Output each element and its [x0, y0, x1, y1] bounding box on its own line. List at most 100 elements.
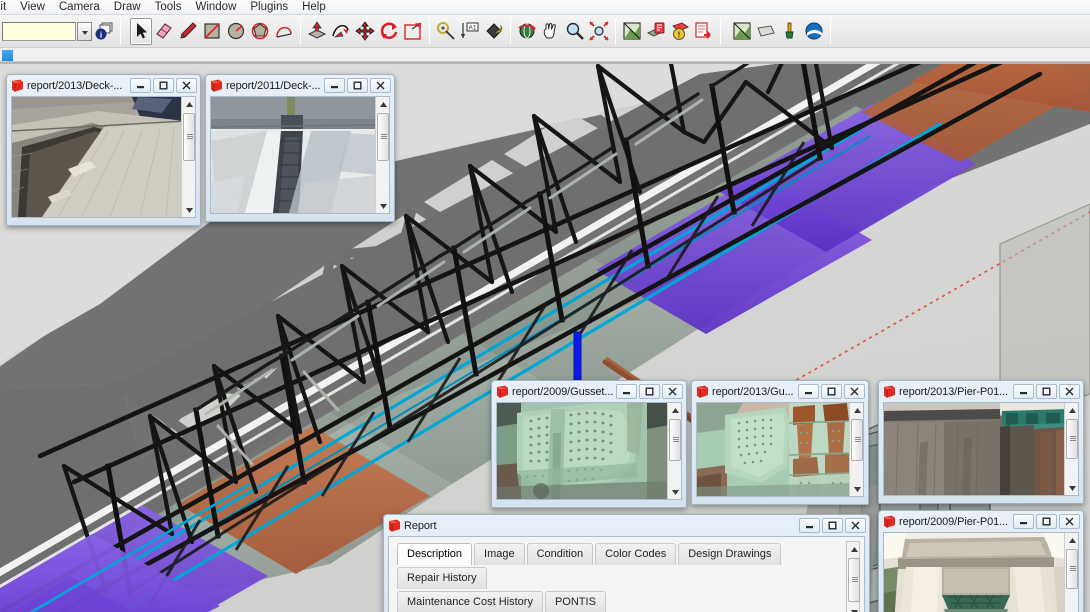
- shadow-light-icon[interactable]: [778, 18, 802, 45]
- pan-hand-icon[interactable]: [539, 18, 563, 45]
- maximize-button[interactable]: [1036, 514, 1057, 529]
- scroll-down-icon[interactable]: [668, 485, 682, 499]
- tab-color-codes[interactable]: Color Codes: [595, 543, 676, 565]
- rectangle-icon[interactable]: [200, 18, 224, 45]
- pushpull-icon[interactable]: [305, 18, 329, 45]
- scroll-up-icon[interactable]: [1065, 403, 1079, 417]
- maximize-button[interactable]: [822, 518, 843, 533]
- tab-condition[interactable]: Condition: [527, 543, 593, 565]
- scroll-thumb[interactable]: [669, 419, 681, 461]
- photo-vertical-scrollbar[interactable]: [849, 403, 863, 496]
- dimension-icon[interactable]: A1: [458, 18, 482, 45]
- close-button[interactable]: [845, 518, 866, 533]
- minimize-button[interactable]: [798, 384, 819, 399]
- scroll-thumb[interactable]: [1066, 549, 1078, 589]
- polygon-icon[interactable]: [248, 18, 272, 45]
- maximize-button[interactable]: [639, 384, 660, 399]
- menu-draw[interactable]: Draw: [107, 0, 148, 15]
- menu-plugins[interactable]: Plugins: [243, 0, 295, 15]
- image-window-pier-2009[interactable]: report/2009/Pier-P01...: [878, 510, 1084, 612]
- zoom-extents-icon[interactable]: [587, 18, 611, 45]
- scroll-down-icon[interactable]: [847, 605, 861, 612]
- menu-camera[interactable]: Camera: [52, 0, 107, 15]
- maximize-button[interactable]: [153, 78, 174, 93]
- scroll-up-icon[interactable]: [850, 403, 864, 417]
- tab-design-drawings[interactable]: Design Drawings: [678, 543, 781, 565]
- close-button[interactable]: [176, 78, 197, 93]
- scroll-thumb[interactable]: [183, 113, 195, 161]
- scroll-up-icon[interactable]: [668, 403, 682, 417]
- image-window-gusset-2013[interactable]: report/2013/Gu...: [691, 380, 869, 505]
- scroll-up-icon[interactable]: [1065, 533, 1079, 547]
- photo-vertical-scrollbar[interactable]: [181, 97, 195, 217]
- scroll-thumb[interactable]: [1066, 419, 1078, 459]
- followme-icon[interactable]: [329, 18, 353, 45]
- scroll-down-icon[interactable]: [850, 482, 864, 496]
- eraser-icon[interactable]: [152, 18, 176, 45]
- close-button[interactable]: [370, 78, 391, 93]
- rotate-icon[interactable]: [377, 18, 401, 45]
- window-titlebar[interactable]: report/2011/Deck-...: [206, 75, 394, 96]
- image-window-gusset-2009[interactable]: report/2009/Gusset...: [491, 380, 687, 508]
- circle-icon[interactable]: [224, 18, 248, 45]
- zoom-magnifier-icon[interactable]: [563, 18, 587, 45]
- arc-icon[interactable]: [272, 18, 296, 45]
- minimize-button[interactable]: [799, 518, 820, 533]
- scroll-up-icon[interactable]: [182, 97, 196, 111]
- report-titlebar[interactable]: Report: [384, 515, 869, 536]
- photo-vertical-scrollbar[interactable]: [667, 403, 681, 499]
- maximize-button[interactable]: [821, 384, 842, 399]
- warning-model-icon[interactable]: !: [668, 18, 692, 45]
- close-button[interactable]: [662, 384, 683, 399]
- minimize-button[interactable]: [1013, 384, 1034, 399]
- entity-info-icon[interactable]: i: [92, 18, 116, 45]
- minimize-button[interactable]: [616, 384, 637, 399]
- maximize-button[interactable]: [1036, 384, 1057, 399]
- scroll-up-icon[interactable]: [376, 97, 390, 111]
- minimize-button[interactable]: [1013, 514, 1034, 529]
- scroll-down-icon[interactable]: [182, 203, 196, 217]
- minimize-button[interactable]: [130, 78, 151, 93]
- window-titlebar[interactable]: report/2009/Pier-P01...: [879, 511, 1083, 532]
- scroll-down-icon[interactable]: [1065, 481, 1079, 495]
- image-window-deck-2013[interactable]: report/2013/Deck-...: [6, 74, 201, 226]
- report-window[interactable]: Report Description Image Condition Color…: [383, 514, 870, 612]
- tab-description[interactable]: Description: [397, 543, 472, 565]
- window-titlebar[interactable]: report/2009/Gusset...: [492, 381, 686, 402]
- close-button[interactable]: [844, 384, 865, 399]
- minimize-button[interactable]: [324, 78, 345, 93]
- tab-image[interactable]: Image: [474, 543, 525, 565]
- menu-help[interactable]: Help: [295, 0, 333, 15]
- photo-vertical-scrollbar[interactable]: [1064, 533, 1078, 612]
- tape-measure-icon[interactable]: [434, 18, 458, 45]
- close-button[interactable]: [1059, 514, 1080, 529]
- menu-window[interactable]: Window: [188, 0, 243, 15]
- globe-geo-icon[interactable]: [802, 18, 826, 45]
- window-titlebar[interactable]: report/2013/Gu...: [692, 381, 868, 402]
- previous-view-icon[interactable]: [620, 18, 644, 45]
- paint-bucket-icon[interactable]: [482, 18, 506, 45]
- window-titlebar[interactable]: report/2013/Pier-P01...: [879, 381, 1083, 402]
- scale-icon[interactable]: [401, 18, 425, 45]
- maximize-button[interactable]: [347, 78, 368, 93]
- select-arrow-icon[interactable]: [130, 18, 152, 45]
- scroll-thumb[interactable]: [377, 113, 389, 161]
- image-window-deck-2011[interactable]: report/2011/Deck-...: [205, 74, 395, 222]
- scroll-thumb[interactable]: [851, 419, 863, 461]
- section-plane-icon[interactable]: [754, 18, 778, 45]
- pencil-line-icon[interactable]: [176, 18, 200, 45]
- scroll-up-icon[interactable]: [847, 542, 861, 556]
- measurement-input[interactable]: [2, 22, 76, 41]
- photo-vertical-scrollbar[interactable]: [375, 97, 389, 213]
- export-model-icon[interactable]: [692, 18, 716, 45]
- image-window-pier-2013[interactable]: report/2013/Pier-P01...: [878, 380, 1084, 504]
- photo-vertical-scrollbar[interactable]: [1064, 403, 1078, 495]
- model-info-icon[interactable]: [644, 18, 668, 45]
- scroll-down-icon[interactable]: [376, 199, 390, 213]
- scene-view-icon[interactable]: [730, 18, 754, 45]
- move-icon[interactable]: [353, 18, 377, 45]
- tab-pontis[interactable]: PONTIS: [545, 591, 606, 612]
- report-vertical-scrollbar[interactable]: [846, 541, 860, 612]
- menu-tools[interactable]: Tools: [148, 0, 189, 15]
- tab-maintenance-cost-history[interactable]: Maintenance Cost History: [397, 591, 543, 612]
